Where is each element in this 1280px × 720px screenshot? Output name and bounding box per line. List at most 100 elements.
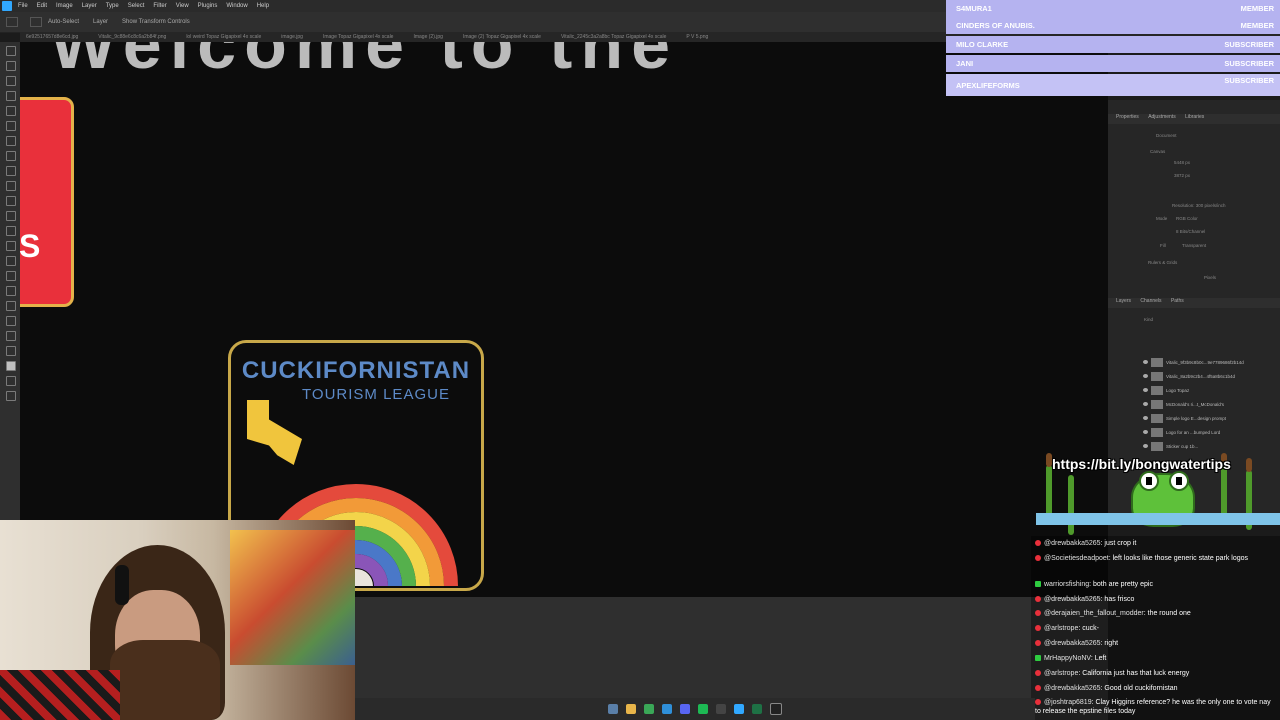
- tab-properties[interactable]: Properties: [1116, 114, 1139, 120]
- gradient-tool-icon[interactable]: [6, 226, 16, 236]
- eraser-tool-icon[interactable]: [6, 211, 16, 221]
- shape-tool-icon[interactable]: [6, 316, 16, 326]
- home-icon[interactable]: [6, 17, 18, 27]
- layer-kind-filter[interactable]: Kind: [1144, 317, 1153, 322]
- history-brush-tool-icon[interactable]: [6, 196, 16, 206]
- units-select[interactable]: Pixels: [1204, 275, 1216, 280]
- eye-icon[interactable]: [1143, 360, 1148, 364]
- eye-icon[interactable]: [1143, 374, 1148, 378]
- menu-window[interactable]: Window: [226, 3, 247, 9]
- quick-select-tool-icon[interactable]: [6, 91, 16, 101]
- youtube-badge-icon: [1035, 685, 1041, 692]
- excel-icon[interactable]: [752, 704, 762, 714]
- photoshop-icon[interactable]: [734, 704, 744, 714]
- doc-tab[interactable]: 6e92517657d8e6cd.jpg: [20, 32, 92, 42]
- move-tool-icon[interactable]: [6, 46, 16, 56]
- document-canvas[interactable]: Welcome to the S CUCKIFORNISTAN TOURISM …: [20, 42, 1108, 597]
- color-swatch-icon[interactable]: [6, 361, 16, 371]
- layer-row[interactable]: Logo for an ...bumped Lord: [1143, 426, 1263, 438]
- terminal-icon[interactable]: [770, 703, 782, 715]
- steam-icon[interactable]: [608, 704, 618, 714]
- height-field[interactable]: 3872 px: [1174, 173, 1190, 178]
- layer-name: Logo Topaz: [1166, 387, 1190, 393]
- eyedropper-tool-icon[interactable]: [6, 136, 16, 146]
- menu-view[interactable]: View: [176, 3, 189, 9]
- move-tool-icon[interactable]: [30, 17, 42, 27]
- menu-plugins[interactable]: Plugins: [198, 3, 218, 9]
- menu-filter[interactable]: Filter: [153, 3, 166, 9]
- eye-icon[interactable]: [1143, 430, 1148, 434]
- alert-name: JANI: [956, 59, 974, 68]
- obs-icon[interactable]: [716, 704, 726, 714]
- chat-user: MrHappyNoNV: [1044, 655, 1091, 662]
- doc-tab[interactable]: Image (2).jpg: [407, 32, 456, 42]
- chat-user: @drewbakka5265: [1044, 540, 1101, 547]
- badge-letter: S: [20, 228, 41, 264]
- menu-select[interactable]: Select: [128, 3, 145, 9]
- doc-tab[interactable]: Vitalic_9c88e6c8c6a2b84f.png: [92, 32, 180, 42]
- menu-file[interactable]: File: [18, 3, 28, 9]
- width-field[interactable]: 5448 px: [1174, 160, 1190, 165]
- depth-select[interactable]: 8 Bits/Channel: [1176, 229, 1205, 234]
- photoshop-icon[interactable]: [2, 1, 12, 11]
- layer-row[interactable]: McDonald's ri...t_McDonald's: [1143, 398, 1263, 410]
- chrome-icon[interactable]: [644, 704, 654, 714]
- frame-tool-icon[interactable]: [6, 121, 16, 131]
- chat-user: @arlstrope: [1044, 670, 1079, 677]
- menu-help[interactable]: Help: [257, 3, 269, 9]
- type-tool-icon[interactable]: [6, 286, 16, 296]
- mode-select[interactable]: RGB Color: [1176, 216, 1198, 221]
- doc-tab[interactable]: Vitalic_2245c3a2a8bc Topaz Gigapixel 4x …: [555, 32, 680, 42]
- chat-user: warriorsfishing: [1044, 581, 1090, 588]
- tab-channels[interactable]: Channels: [1140, 298, 1161, 304]
- edge-icon[interactable]: [662, 704, 672, 714]
- fill-select[interactable]: Transparent: [1182, 243, 1206, 248]
- doc-tab[interactable]: Image Topaz Gigapixel 4x scale: [317, 32, 408, 42]
- chat-message: @derajaien_the_fallout_modder: the round…: [1035, 609, 1275, 618]
- folder-icon[interactable]: [626, 704, 636, 714]
- menu-edit[interactable]: Edit: [37, 3, 47, 9]
- doc-tab[interactable]: Image (2) Topaz Gigapixel 4x scale: [457, 32, 555, 42]
- lasso-tool-icon[interactable]: [6, 76, 16, 86]
- brush-tool-icon[interactable]: [6, 166, 16, 176]
- hand-tool-icon[interactable]: [6, 331, 16, 341]
- tab-libraries[interactable]: Libraries: [1185, 114, 1204, 120]
- chat-message: MrHappyNoNV: Left: [1035, 654, 1275, 663]
- discord-icon[interactable]: [680, 704, 690, 714]
- blur-tool-icon[interactable]: [6, 241, 16, 251]
- screen-mode-icon[interactable]: [6, 391, 16, 401]
- layer-select[interactable]: Layer: [93, 19, 108, 25]
- layer-row[interactable]: Logo Topaz: [1143, 384, 1263, 396]
- logo-title: CUCKIFORNISTAN: [241, 357, 471, 384]
- eye-icon[interactable]: [1143, 402, 1148, 406]
- clone-stamp-tool-icon[interactable]: [6, 181, 16, 191]
- healing-tool-icon[interactable]: [6, 151, 16, 161]
- dodge-tool-icon[interactable]: [6, 256, 16, 266]
- alert-tier: MEMBER: [1240, 4, 1274, 13]
- show-transform-checkbox[interactable]: Show Transform Controls: [122, 19, 190, 25]
- pen-tool-icon[interactable]: [6, 271, 16, 281]
- eye-icon[interactable]: [1143, 416, 1148, 420]
- layer-row[interactable]: Vitalic_9f3b9c8b0c...9e7789686f2b14d: [1143, 356, 1263, 368]
- menu-image[interactable]: Image: [56, 3, 73, 9]
- youtube-badge-icon: [1035, 610, 1041, 617]
- layer-row[interactable]: Simple logo E...design prompt: [1143, 412, 1263, 424]
- path-select-tool-icon[interactable]: [6, 301, 16, 311]
- zoom-tool-icon[interactable]: [6, 346, 16, 356]
- doc-tab[interactable]: P V 5.png: [680, 32, 722, 42]
- chat-text: both are pretty epic: [1093, 581, 1153, 588]
- spotify-icon[interactable]: [698, 704, 708, 714]
- menu-type[interactable]: Type: [106, 3, 119, 9]
- auto-select-checkbox[interactable]: Auto-Select: [48, 19, 79, 25]
- eye-icon[interactable]: [1143, 388, 1148, 392]
- tab-paths[interactable]: Paths: [1171, 298, 1184, 304]
- doc-tab[interactable]: image.jpg: [275, 32, 317, 42]
- crop-tool-icon[interactable]: [6, 106, 16, 116]
- marquee-tool-icon[interactable]: [6, 61, 16, 71]
- menu-layer[interactable]: Layer: [82, 3, 97, 9]
- tab-layers[interactable]: Layers: [1116, 298, 1131, 304]
- doc-tab[interactable]: lol weird Topaz Gigapixel 4x scale: [180, 32, 275, 42]
- layer-row[interactable]: Vitalic_8a2b9c2b4...4f5a8b6c1b4d: [1143, 370, 1263, 382]
- quick-mask-icon[interactable]: [6, 376, 16, 386]
- tab-adjustments[interactable]: Adjustments: [1148, 114, 1176, 120]
